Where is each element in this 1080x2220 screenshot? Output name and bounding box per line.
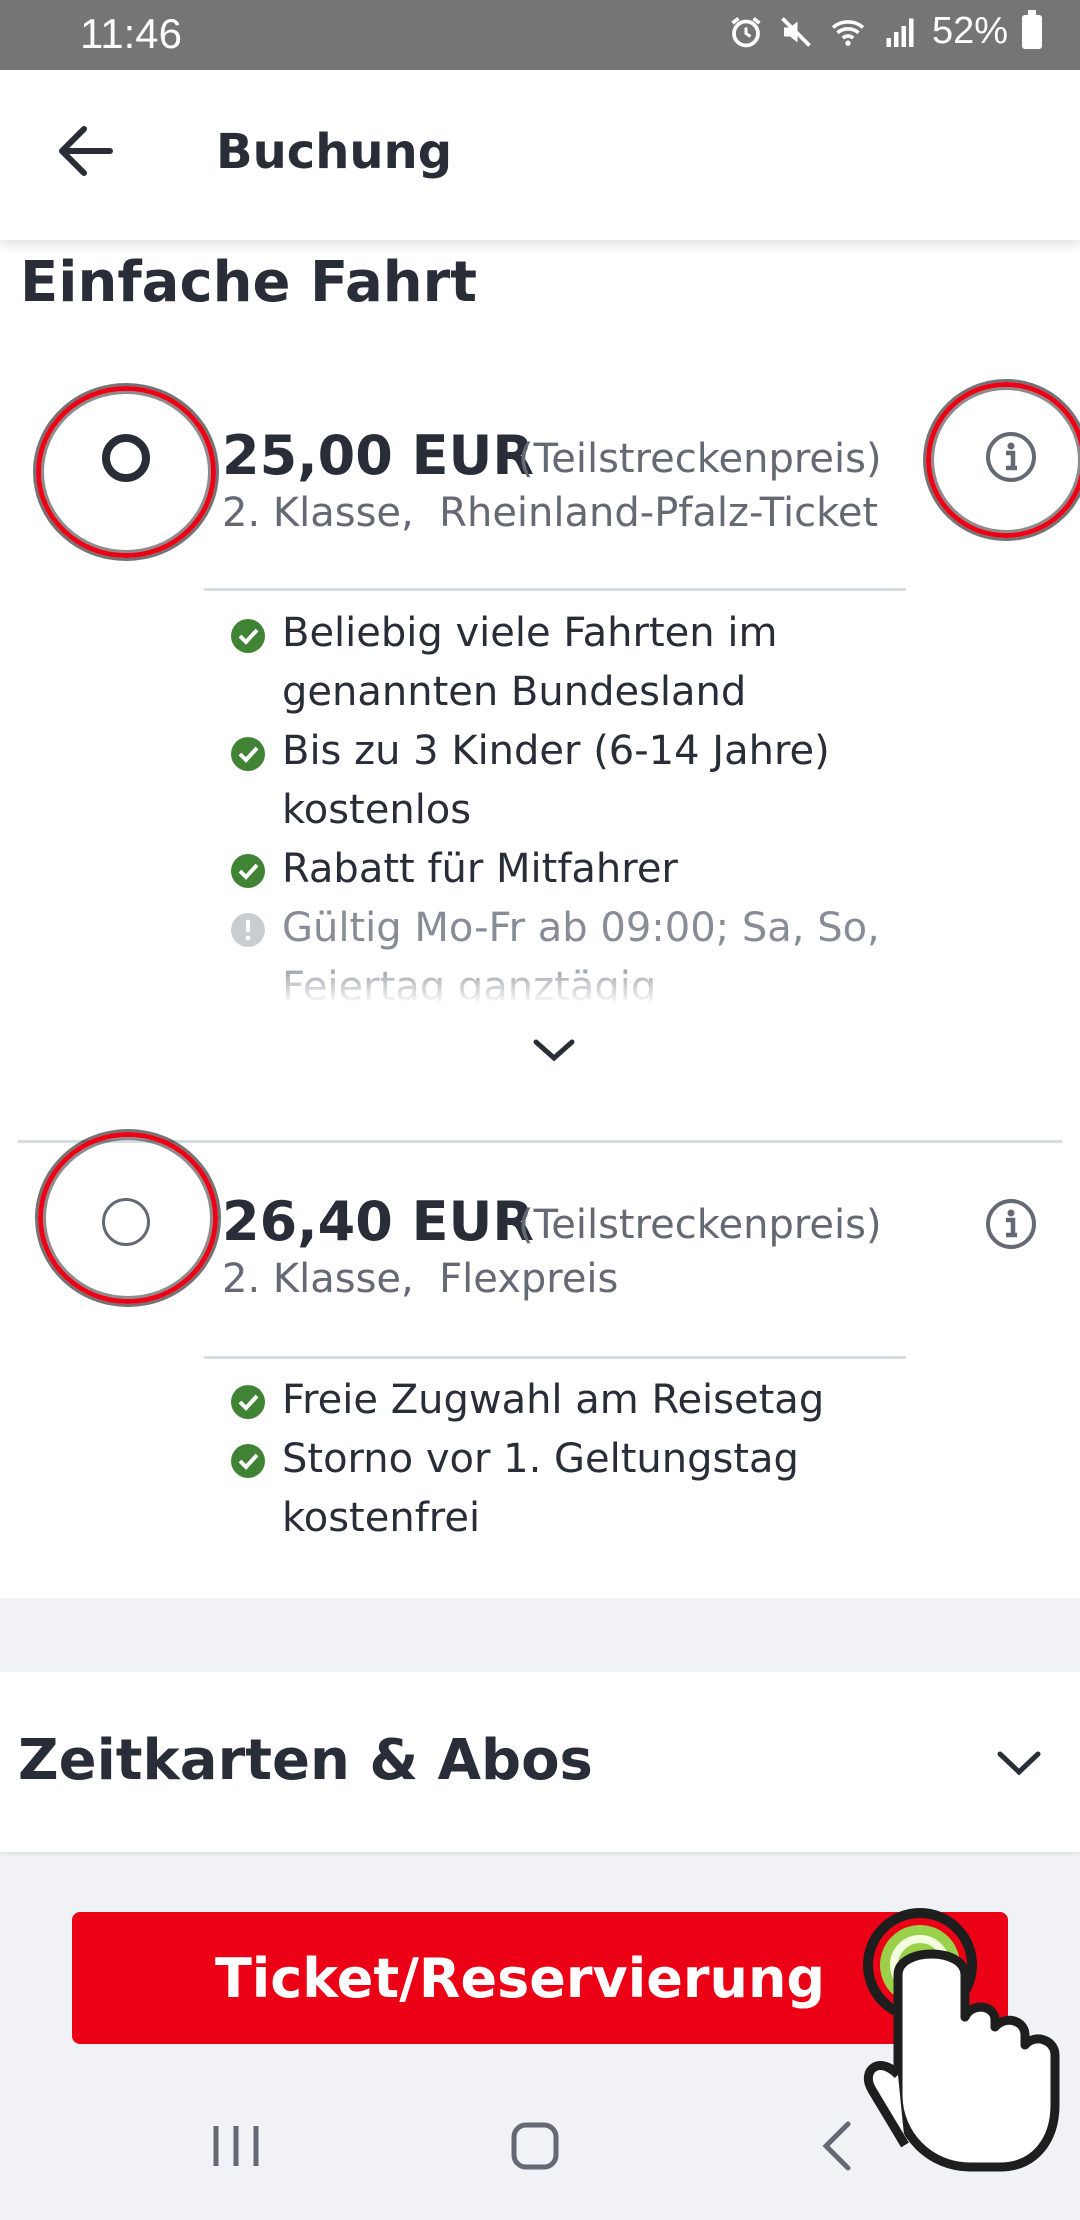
offer-separator <box>18 1140 1062 1143</box>
wifi-icon <box>831 19 865 46</box>
chevron-down-icon[interactable] <box>530 1036 578 1066</box>
check-icon <box>231 737 265 771</box>
app-bar: Buchung <box>0 70 1080 240</box>
home-icon[interactable] <box>505 2116 565 2176</box>
check-icon <box>231 1385 265 1419</box>
android-nav-bar <box>0 2080 1080 2220</box>
exclamation-icon <box>231 913 265 947</box>
offer-divider <box>204 588 906 591</box>
check-icon <box>231 854 265 888</box>
signal-icon <box>886 18 914 47</box>
offer-price-2: 26,40 EUR <box>222 1190 534 1253</box>
offer-feature: Storno vor 1. Geltungstag kostenfrei <box>282 1436 799 1541</box>
battery-icon <box>1022 9 1042 49</box>
mute-icon <box>781 16 811 47</box>
offer-price-1: 25,00 EUR <box>222 424 534 487</box>
offer-price-note-2: (Teilstreckenpreis) <box>518 1202 882 1248</box>
offer-class-line-1: 2. Klasse, Rheinland-Pfalz-Ticket <box>222 490 879 536</box>
section-title-passes: Zeitkarten & Abos <box>18 1728 593 1793</box>
offer-feature: Freie Zugwahl am Reisetag <box>282 1377 825 1423</box>
info-icon[interactable] <box>984 430 1038 484</box>
info-icon[interactable] <box>984 1197 1038 1251</box>
offer-radio-1[interactable] <box>102 434 150 482</box>
check-icon <box>231 1444 265 1478</box>
offer-feature: Bis zu 3 Kinder (6-14 Jahre) kostenlos <box>282 728 830 833</box>
offer-class-line-2: 2. Klasse, Flexpreis <box>222 1256 619 1302</box>
battery-percent: 52% <box>931 10 1008 52</box>
ticket-reservation-label: Ticket/Reservierung <box>214 1946 826 2010</box>
offer-radio-2[interactable] <box>102 1198 150 1246</box>
chevron-down-icon[interactable] <box>994 1748 1044 1778</box>
page-title: Buchung <box>216 124 453 180</box>
status-bar: 11:46 52% <box>0 0 1080 70</box>
offer-price-note-1: (Teilstreckenpreis) <box>518 436 882 482</box>
status-icons: 52% <box>728 9 1042 53</box>
passes-section[interactable]: Zeitkarten & Abos <box>0 1672 1080 1852</box>
ticket-reservation-button[interactable]: Ticket/Reservierung <box>72 1912 1008 2044</box>
back-nav-icon[interactable] <box>808 2116 868 2176</box>
status-time: 11:46 <box>80 10 182 57</box>
section-title-single: Einfache Fahrt <box>20 250 478 315</box>
offer-divider <box>204 1356 906 1359</box>
text-fade <box>200 960 920 1010</box>
offer-feature: Beliebig viele Fahrten im genannten Bund… <box>282 610 778 715</box>
check-icon <box>231 619 265 653</box>
alarm-icon <box>731 16 761 47</box>
offer-feature: Rabatt für Mitfahrer <box>282 846 678 892</box>
recent-apps-icon[interactable] <box>206 2116 266 2176</box>
back-arrow-icon[interactable] <box>52 116 122 186</box>
